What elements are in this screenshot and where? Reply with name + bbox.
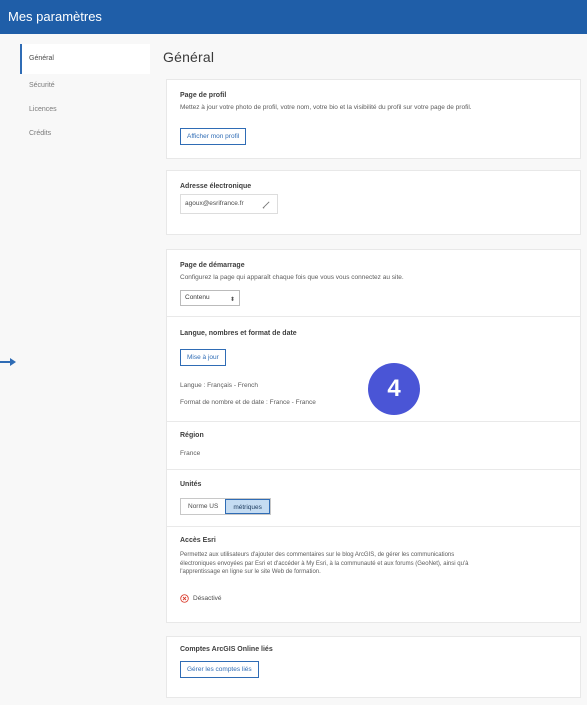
startup-section-title: Page de démarrage (180, 262, 245, 269)
x-circle-icon (180, 594, 189, 603)
divider (167, 469, 580, 470)
units-option-metric[interactable]: métriques (225, 499, 270, 514)
email-field[interactable]: agoux@esrifrance.fr (180, 194, 278, 214)
profile-card: Page de profil Mettez à jour votre photo… (166, 79, 581, 159)
units-section-title: Unités (180, 481, 202, 488)
view-profile-button[interactable]: Afficher mon profil (180, 128, 247, 145)
sidebar-item-licenses[interactable]: Licences (20, 98, 150, 122)
region-value: France (180, 450, 201, 457)
startup-description: Configurez la page qui apparaît chaque f… (180, 274, 404, 281)
arrow-right-icon (0, 358, 16, 366)
linked-accounts-card: Comptes ArcGIS Online liés Gérer les com… (166, 636, 581, 698)
update-language-button[interactable]: Mise à jour (180, 349, 226, 366)
manage-linked-accounts-button[interactable]: Gérer les comptes liés (180, 661, 259, 678)
esri-access-status-label: Désactivé (193, 595, 222, 602)
sidebar-item-general[interactable]: Général (20, 44, 150, 74)
startup-selected-value: Contenu (185, 294, 210, 301)
esri-access-line: l'apprentissage en ligne sur le site Web… (180, 569, 321, 575)
esri-access-status[interactable]: Désactivé (180, 594, 222, 603)
divider (167, 526, 580, 527)
linked-accounts-section-title: Comptes ArcGIS Online liés (180, 646, 273, 653)
email-section-title: Adresse électronique (180, 183, 252, 190)
sidebar-item-credits[interactable]: Crédits (20, 122, 150, 146)
language-section-title: Langue, nombres et format de date (180, 330, 297, 337)
divider (167, 421, 580, 422)
page-header-title: Mes paramètres (8, 9, 102, 24)
page-title: Général (163, 49, 215, 65)
pencil-icon[interactable] (262, 200, 271, 209)
startup-page-select[interactable]: Contenu ⬍ (180, 290, 240, 306)
profile-description: Mettez à jour votre photo de profil, vot… (180, 104, 472, 111)
esri-access-line: Permettez aux utilisateurs d'ajouter des… (180, 552, 455, 558)
language-value: Langue : Français - French (180, 382, 259, 389)
esri-access-description: Permettez aux utilisateurs d'ajouter des… (180, 551, 468, 577)
step-number-badge: 4 (368, 363, 420, 415)
settings-sidebar: Général Sécurité Licences Crédits (20, 44, 150, 146)
preferences-card: Page de démarrage Configurez la page qui… (166, 249, 581, 623)
region-section-title: Région (180, 432, 204, 439)
esri-access-section-title: Accès Esri (180, 537, 216, 544)
format-value: Format de nombre et de date : France - F… (180, 399, 316, 406)
units-toggle: Norme US métriques (180, 498, 271, 515)
email-card: Adresse électronique agoux@esrifrance.fr (166, 170, 581, 235)
top-bar: Mes paramètres (0, 0, 587, 34)
esri-access-line: électroniques envoyées par Esri et d'acc… (180, 560, 469, 567)
select-caret-icon: ⬍ (229, 297, 235, 303)
sidebar-item-security[interactable]: Sécurité (20, 74, 150, 98)
email-value: agoux@esrifrance.fr (185, 200, 244, 207)
profile-section-title: Page de profil (180, 92, 227, 99)
units-option-us[interactable]: Norme US (181, 499, 225, 514)
divider (167, 316, 580, 317)
